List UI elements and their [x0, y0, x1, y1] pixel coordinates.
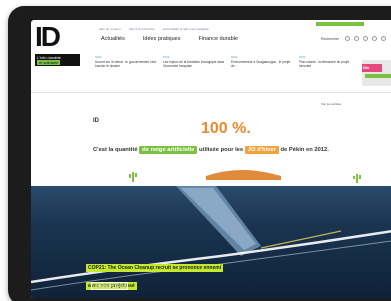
news-item[interactable]: 04/12 Les enjeux de la transition écolog… [163, 56, 225, 68]
accessibility-links: Aller au contenu Aller à la recherche Ac… [99, 27, 209, 31]
highlight-winter-olympics: JO d'hiver [244, 146, 279, 154]
skip-link-accessibility[interactable]: Accessibilité et aide à la navigation [163, 27, 210, 31]
news-headline[interactable]: Plan solaire : la démarche du projet inn… [299, 60, 361, 68]
header-divider [31, 92, 391, 93]
news-headline[interactable]: Les enjeux de la transition écologique d… [163, 60, 225, 68]
nav-item-actualites[interactable]: Actualités [101, 36, 125, 42]
sentence-part-3: de Pékin en 2012. [280, 147, 329, 153]
news-date: 04/12 [95, 56, 102, 59]
facebook-icon[interactable] [345, 36, 351, 41]
nav-item-finance-durable[interactable]: Finance durable [198, 36, 237, 42]
skip-link-search[interactable]: Aller à la recherche [129, 27, 155, 31]
google-plus-icon[interactable] [363, 36, 369, 41]
tablet-frame: ID L'info durable et solidaire Aller au … [8, 6, 391, 301]
cactus-icon [353, 174, 361, 183]
news-headline[interactable]: Environnement à Ouagadougou : le projet … [231, 60, 293, 68]
skip-link-content[interactable]: Aller au contenu [99, 27, 121, 31]
infographic-percent: 100 %. [201, 120, 251, 137]
news-headline[interactable]: Accord sur le climat : le gouvernement v… [95, 60, 157, 68]
search-link[interactable]: Rechercher [321, 37, 339, 41]
read-more-button[interactable]: EN SAVOIR PLUS [91, 282, 128, 290]
mail-icon[interactable] [381, 36, 387, 41]
news-item[interactable]: 03/12 Environnement à Ouagadougou : le p… [231, 56, 293, 68]
walkway-surface [181, 188, 256, 250]
cactus-icon [129, 172, 137, 182]
highlight-artificial-snow: de neige artificielle [139, 146, 198, 154]
rss-icon[interactable] [372, 36, 378, 41]
news-date: 03/12 [299, 56, 306, 59]
nav-item-idees-pratiques[interactable]: Idées pratiques [143, 36, 181, 42]
thumbnail-green-strip [365, 74, 391, 78]
news-item[interactable]: 04/12 Accord sur le climat : le gouverne… [95, 56, 157, 68]
twitter-icon[interactable] [354, 36, 360, 41]
browser-viewport: ID L'info durable et solidaire Aller au … [31, 20, 391, 298]
logo-tagline: L'info durable et solidaire [35, 54, 80, 66]
infographic-sentence: C'est la quantité de neige artificielle … [93, 146, 391, 154]
news-item[interactable]: 03/12 Plan solaire : la démarche du proj… [299, 56, 361, 68]
news-thumbnail[interactable]: Bio [362, 60, 391, 86]
orange-dune [206, 170, 281, 180]
thumbnail-label: Bio [363, 65, 370, 70]
search-and-social: Rechercher [321, 36, 387, 41]
hero-headline-line1[interactable]: COP21: The Ocean Cleanup recruit se pron… [86, 264, 224, 272]
logo-tagline-line2: et solidaire [37, 60, 61, 65]
header-accent-bar [316, 22, 364, 26]
main-navigation: Actualités Idées pratiques Finance durab… [101, 36, 238, 42]
news-date: 04/12 [163, 56, 170, 59]
sentence-part-2: utilisée pour les [199, 147, 244, 153]
news-date: 03/12 [231, 56, 238, 59]
site-logo[interactable]: ID [35, 23, 77, 53]
sentence-part-1: C'est la quantité [93, 147, 138, 153]
infographic-logo: ID [93, 118, 99, 124]
news-ticker: 04/12 Accord sur le climat : le gouverne… [95, 56, 361, 68]
see-articles-link[interactable]: Voir les articles [321, 102, 341, 106]
